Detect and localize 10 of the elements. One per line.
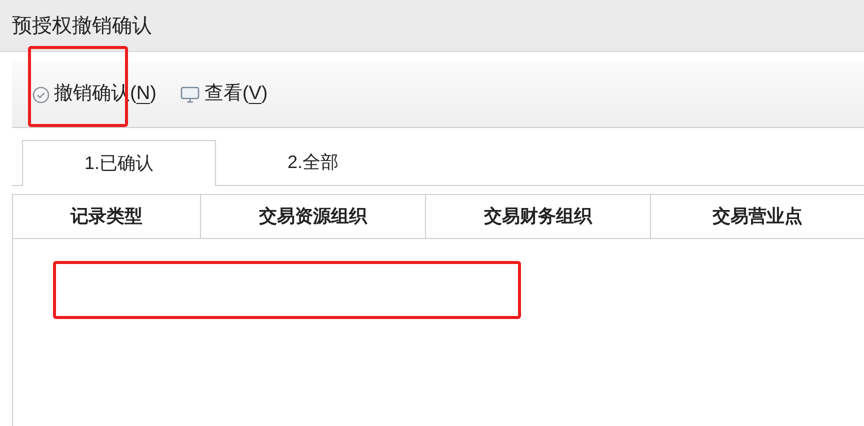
toolbar-button[interactable]: 查看(V) [180, 76, 268, 113]
column-header[interactable]: 记录类型 [13, 195, 201, 238]
check-circle-icon [32, 86, 50, 104]
column-header[interactable]: 交易资源组织 [201, 195, 426, 238]
column-header[interactable]: 交易营业点 [651, 195, 864, 238]
tab[interactable]: 1.已确认 [22, 140, 216, 186]
column-header[interactable]: 交易财务组织 [426, 195, 651, 238]
window-title: 预授权撤销确认 [12, 14, 152, 38]
monitor-icon [180, 86, 200, 104]
tab[interactable]: 2.全部 [216, 139, 410, 185]
